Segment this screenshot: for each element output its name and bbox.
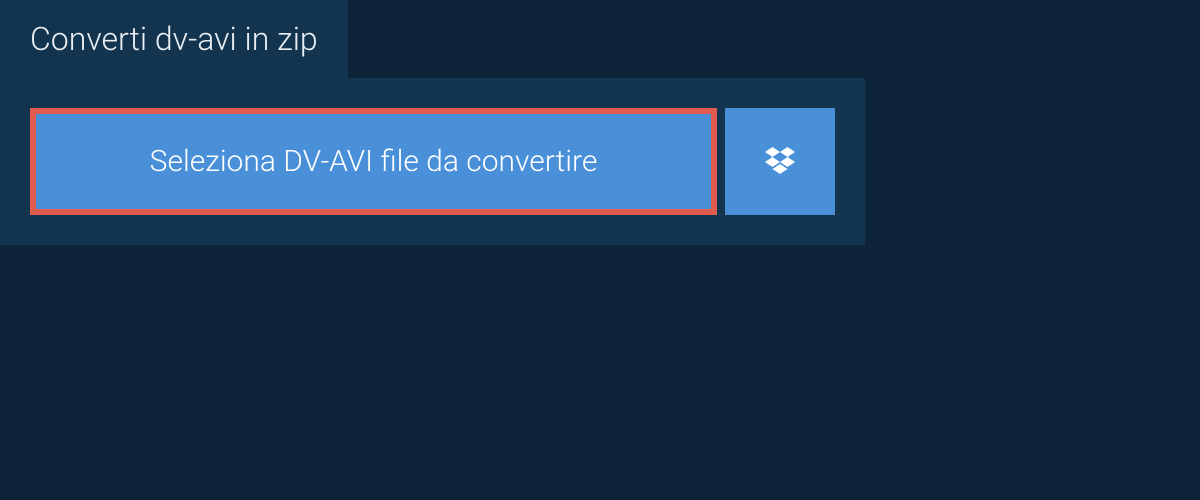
dropbox-button[interactable] [725,108,835,215]
tab-convert[interactable]: Converti dv-avi in zip [0,0,348,78]
tab-bar: Converti dv-avi in zip [0,0,1200,78]
tab-title: Converti dv-avi in zip [30,20,318,58]
file-select-panel: Seleziona DV-AVI file da convertire [0,78,865,245]
select-file-label: Seleziona DV-AVI file da convertire [150,144,598,179]
select-file-button[interactable]: Seleziona DV-AVI file da convertire [30,108,717,215]
dropbox-icon [762,144,798,180]
